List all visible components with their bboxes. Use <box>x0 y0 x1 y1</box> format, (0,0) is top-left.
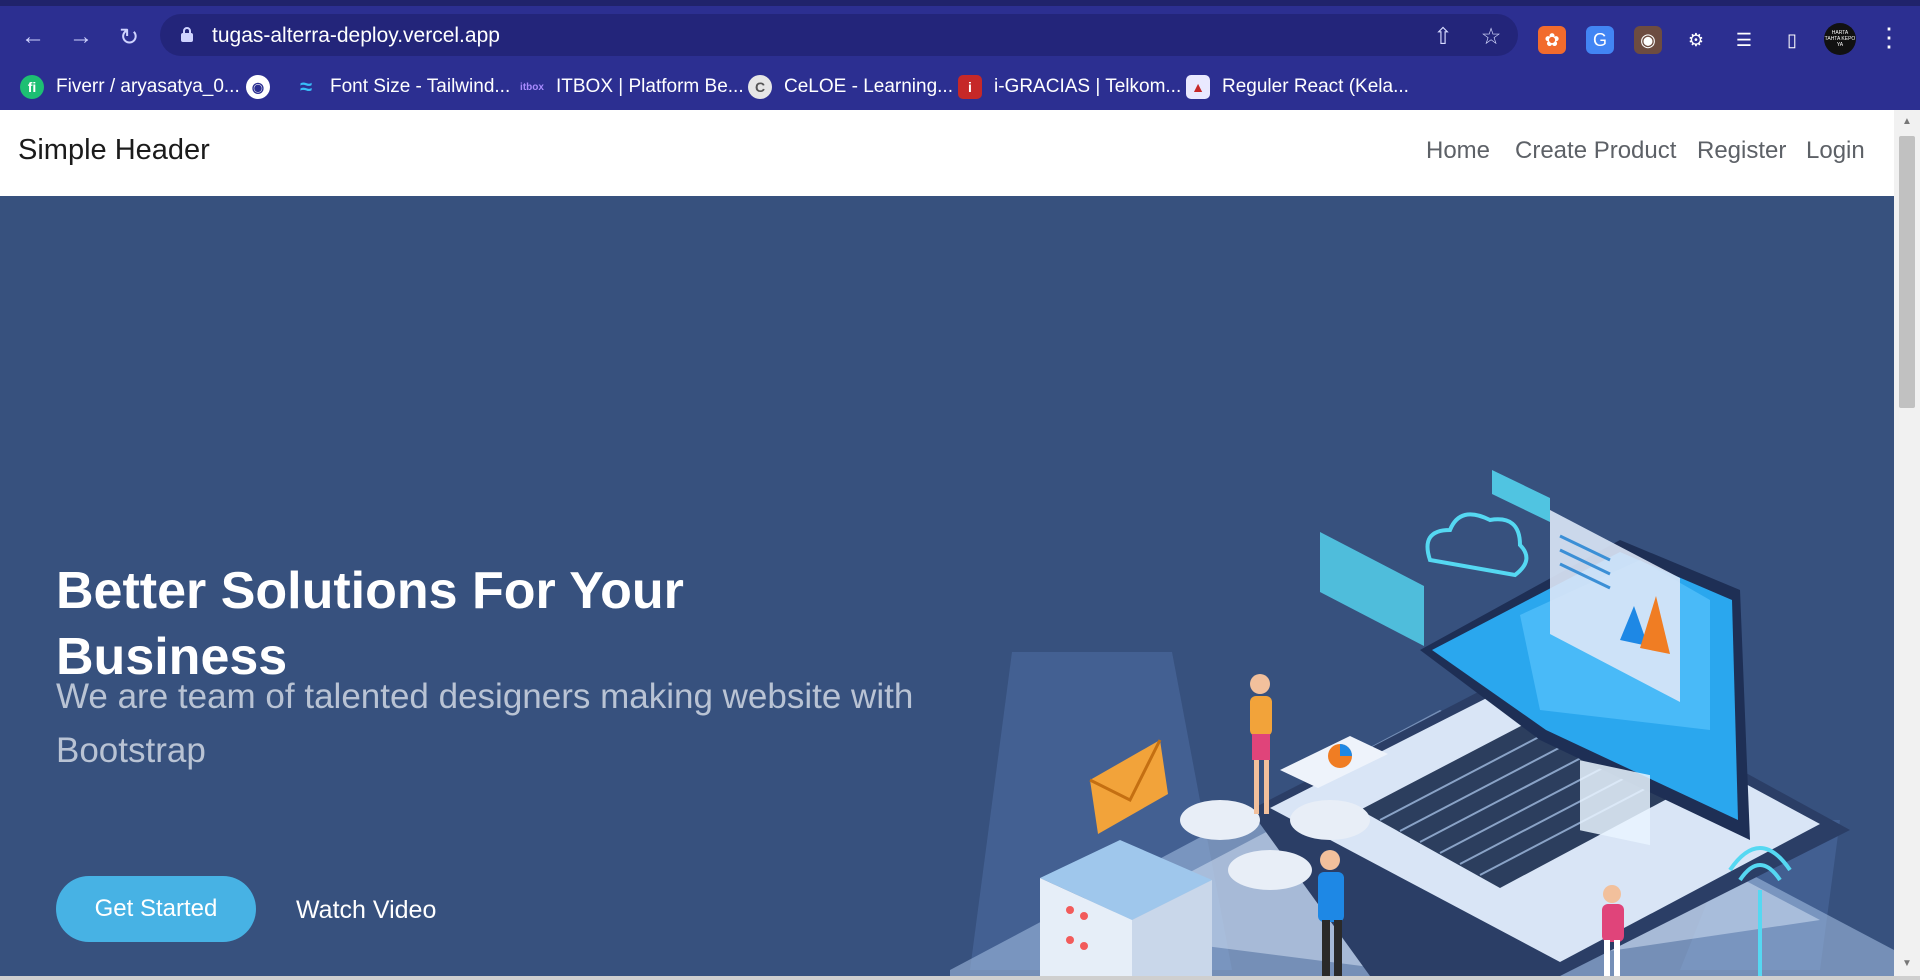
web-page: Simple Header Home Create Product Regist… <box>0 110 1894 976</box>
horizontal-scrollbar[interactable] <box>0 976 1920 980</box>
bookmark-label: CeLOE - Learning... <box>784 76 953 97</box>
back-icon[interactable]: ← <box>18 22 48 52</box>
itbox-icon: itbox <box>520 81 544 93</box>
bookmark-item[interactable]: C CeLOE - Learning... <box>748 74 953 100</box>
bookmark-label: Fiverr / aryasatya_0... <box>56 76 240 97</box>
bookmark-item[interactable]: ◉ <box>246 74 282 100</box>
celoe-icon: C <box>748 75 772 99</box>
extensions-puzzle-icon[interactable]: ⚙ <box>1682 26 1710 54</box>
get-started-button[interactable]: Get Started <box>56 876 256 942</box>
url-text[interactable]: tugas-alterra-deploy.vercel.app <box>212 24 500 48</box>
extension-icon[interactable]: ✿ <box>1538 26 1566 54</box>
translate-icon[interactable]: G <box>1586 26 1614 54</box>
bookmark-label: Reguler React (Kela... <box>1222 76 1409 97</box>
forward-icon[interactable]: → <box>66 22 96 52</box>
toolbar-row: ← → ↻ tugas-alterra-deploy.vercel.app ⇧ … <box>0 6 1920 64</box>
igracias-icon: i <box>958 75 982 99</box>
browser-menu-icon[interactable]: ⋮ <box>1876 22 1902 54</box>
globe-icon: ◉ <box>246 75 270 99</box>
hero-subtitle: We are team of talented designers making… <box>56 677 914 770</box>
bookmark-item[interactable]: ▲ Reguler React (Kela... <box>1186 74 1409 100</box>
profile-avatar[interactable]: HARTA TAHTA KEPO YA <box>1824 23 1856 55</box>
share-icon[interactable]: ⇧ <box>1430 23 1456 49</box>
watch-video-button[interactable]: Watch Video <box>296 896 436 925</box>
bookmark-star-icon[interactable]: ☆ <box>1478 23 1504 49</box>
side-panel-icon[interactable]: ▯ <box>1778 26 1806 54</box>
bookmarks-bar: fi Fiverr / aryasatya_0... ◉ ≈ Font Size… <box>0 64 1920 110</box>
lock-icon <box>181 27 193 42</box>
bookmark-item[interactable]: itbox ITBOX | Platform Be... <box>520 74 744 100</box>
bookmark-label: Font Size - Tailwind... <box>330 76 511 97</box>
page-scrollbar[interactable]: ▲ ▼ <box>1894 110 1920 976</box>
scroll-down-icon[interactable]: ▼ <box>1902 958 1912 969</box>
bookmark-item[interactable]: ≈ Font Size - Tailwind... <box>294 74 510 100</box>
browser-chrome: ← → ↻ tugas-alterra-deploy.vercel.app ⇧ … <box>0 0 1920 110</box>
bookmark-label: ITBOX | Platform Be... <box>556 76 744 97</box>
media-queue-icon[interactable]: ☰ <box>1730 26 1758 54</box>
nav-login[interactable]: Login <box>1806 137 1865 165</box>
nav-create-product[interactable]: Create Product <box>1515 137 1676 165</box>
scroll-up-icon[interactable]: ▲ <box>1902 116 1912 127</box>
reload-icon[interactable]: ↻ <box>114 22 144 52</box>
address-bar[interactable]: tugas-alterra-deploy.vercel.app ⇧ ☆ <box>160 14 1518 56</box>
nav-home[interactable]: Home <box>1426 137 1490 165</box>
site-brand[interactable]: Simple Header <box>18 134 210 167</box>
fiverr-icon: fi <box>20 75 44 99</box>
tailwind-icon: ≈ <box>299 74 313 99</box>
site-header: Simple Header Home Create Product Regist… <box>0 110 1894 196</box>
bookmark-label: i-GRACIAS | Telkom... <box>994 76 1182 97</box>
extension-film-icon[interactable]: ◉ <box>1634 26 1662 54</box>
alterra-icon: ▲ <box>1186 75 1210 99</box>
bookmark-item[interactable]: i i-GRACIAS | Telkom... <box>958 74 1181 100</box>
scrollbar-thumb[interactable] <box>1899 136 1915 408</box>
nav-register[interactable]: Register <box>1697 137 1786 165</box>
bookmark-item[interactable]: fi Fiverr / aryasatya_0... <box>20 74 240 100</box>
hero-illustration <box>950 470 1894 976</box>
